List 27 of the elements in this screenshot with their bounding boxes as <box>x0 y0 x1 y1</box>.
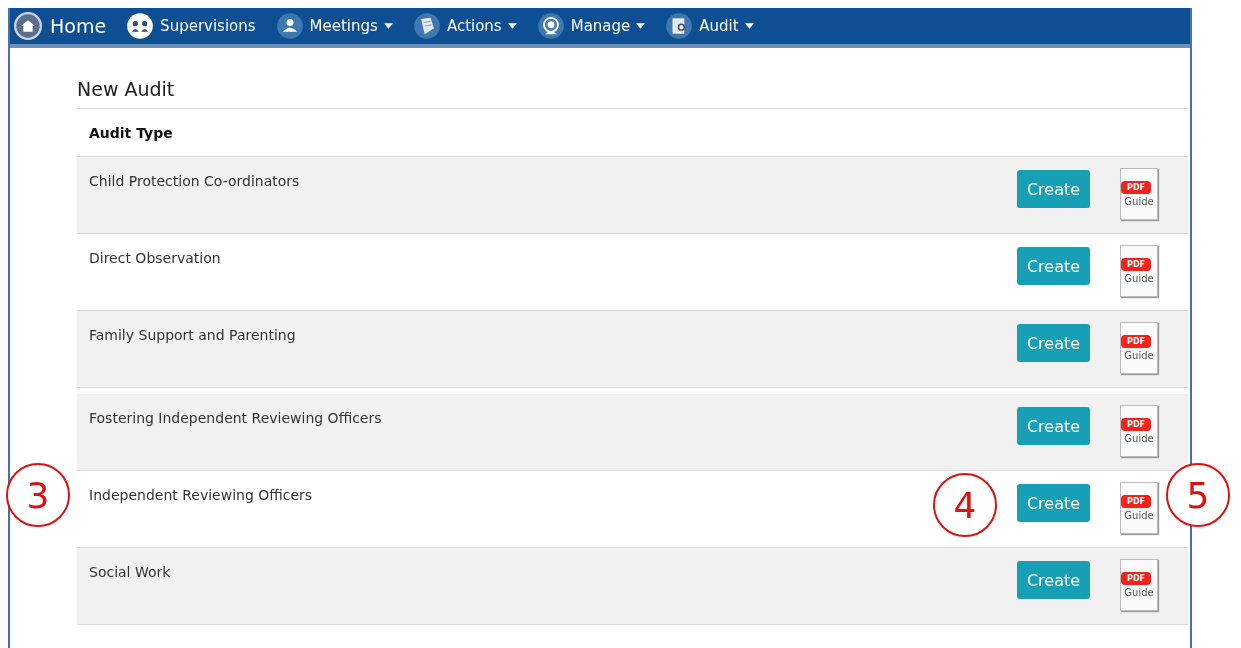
table-cell-text: Family Support and Parenting <box>89 326 297 343</box>
callout-number: 5 <box>1166 463 1230 527</box>
person-icon <box>275 12 304 40</box>
pdf-guide-icon[interactable]: PDF Guide <box>1120 322 1158 374</box>
callout-number: 3 <box>6 463 70 527</box>
pdf-guide-icon[interactable]: PDF Guide <box>1120 559 1158 611</box>
pdf-guide-icon[interactable]: PDF Guide <box>1120 168 1158 220</box>
callout-number: 4 <box>933 473 997 537</box>
pdf-guide-icon[interactable]: PDF Guide <box>1120 405 1158 457</box>
people-icon <box>126 12 155 40</box>
table-cell-text: Social Work <box>89 563 172 580</box>
headset-icon <box>536 12 565 40</box>
table-cell-text: Independent Reviewing Officers <box>89 486 314 503</box>
table-cell-text: Fostering Independent Reviewing Officers <box>89 409 383 426</box>
nav-link[interactable]: Actions <box>412 12 517 40</box>
column-header: Audit Type <box>89 124 173 141</box>
nav-link[interactable]: Audit <box>665 12 754 40</box>
nav-link[interactable]: Manage <box>536 12 646 40</box>
pdf-guide-icon[interactable]: PDF Guide <box>1120 482 1158 534</box>
nav-link[interactable]: Meetings <box>275 12 393 40</box>
nav-link[interactable]: Home <box>14 12 107 40</box>
nav-link[interactable]: Supervisions <box>126 12 256 40</box>
page-title: New Audit <box>77 78 1188 109</box>
table-cell-text: Direct Observation <box>89 249 222 266</box>
home-icon <box>14 12 42 40</box>
table-cell-text: Child Protection Co-ordinators <box>89 172 301 189</box>
pdf-guide-icon[interactable]: PDF Guide <box>1120 245 1158 297</box>
